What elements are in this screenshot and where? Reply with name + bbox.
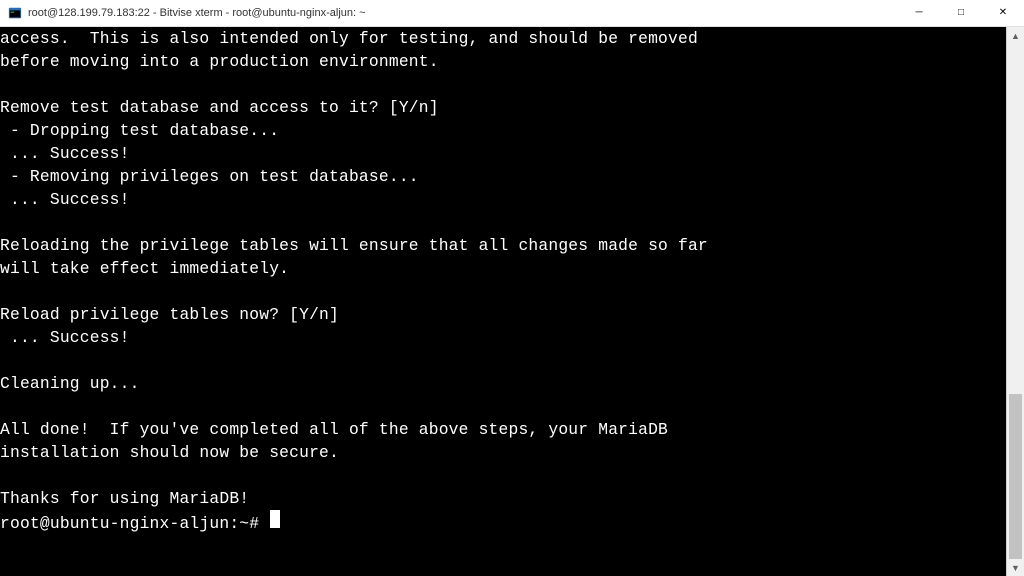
terminal-prompt-line[interactable]: root@ubuntu-nginx-aljun:~# xyxy=(0,510,1006,535)
terminal-line: will take effect immediately. xyxy=(0,257,1006,280)
terminal-line xyxy=(0,73,1006,96)
scroll-track[interactable] xyxy=(1007,44,1024,559)
app-icon xyxy=(8,6,22,20)
terminal-line: ... Success! xyxy=(0,326,1006,349)
terminal-line: - Removing privileges on test database..… xyxy=(0,165,1006,188)
window-controls: ─ □ ✕ xyxy=(898,0,1024,26)
terminal-line xyxy=(0,464,1006,487)
titlebar-left-group: root@128.199.79.183:22 - Bitvise xterm -… xyxy=(8,6,366,20)
minimize-icon: ─ xyxy=(915,8,922,18)
titlebar: root@128.199.79.183:22 - Bitvise xterm -… xyxy=(0,0,1024,27)
cursor-icon xyxy=(270,510,280,528)
terminal-line: - Dropping test database... xyxy=(0,119,1006,142)
minimize-button[interactable]: ─ xyxy=(898,0,940,26)
terminal-body: access. This is also intended only for t… xyxy=(0,27,1024,576)
scroll-up-arrow-icon[interactable]: ▲ xyxy=(1007,27,1024,44)
terminal-line: installation should now be secure. xyxy=(0,441,1006,464)
terminal-line xyxy=(0,211,1006,234)
terminal-line: access. This is also intended only for t… xyxy=(0,27,1006,50)
terminal-line: Remove test database and access to it? [… xyxy=(0,96,1006,119)
shell-prompt: root@ubuntu-nginx-aljun:~# xyxy=(0,512,269,535)
terminal-line xyxy=(0,395,1006,418)
maximize-button[interactable]: □ xyxy=(940,0,982,26)
close-button[interactable]: ✕ xyxy=(982,0,1024,26)
vertical-scrollbar[interactable]: ▲ ▼ xyxy=(1006,27,1024,576)
maximize-icon: □ xyxy=(958,8,964,18)
terminal-line: Thanks for using MariaDB! xyxy=(0,487,1006,510)
close-icon: ✕ xyxy=(999,8,1007,18)
terminal-line: before moving into a production environm… xyxy=(0,50,1006,73)
terminal-line: ... Success! xyxy=(0,188,1006,211)
terminal-line: Reload privilege tables now? [Y/n] xyxy=(0,303,1006,326)
scroll-down-arrow-icon[interactable]: ▼ xyxy=(1007,559,1024,576)
terminal-line xyxy=(0,349,1006,372)
terminal-line xyxy=(0,280,1006,303)
window-title: root@128.199.79.183:22 - Bitvise xterm -… xyxy=(28,7,366,19)
terminal-output[interactable]: access. This is also intended only for t… xyxy=(0,27,1006,576)
terminal-line: ... Success! xyxy=(0,142,1006,165)
terminal-line: Cleaning up... xyxy=(0,372,1006,395)
terminal-line: All done! If you've completed all of the… xyxy=(0,418,1006,441)
scroll-thumb[interactable] xyxy=(1009,394,1022,559)
terminal-line: Reloading the privilege tables will ensu… xyxy=(0,234,1006,257)
terminal-window: root@128.199.79.183:22 - Bitvise xterm -… xyxy=(0,0,1024,576)
